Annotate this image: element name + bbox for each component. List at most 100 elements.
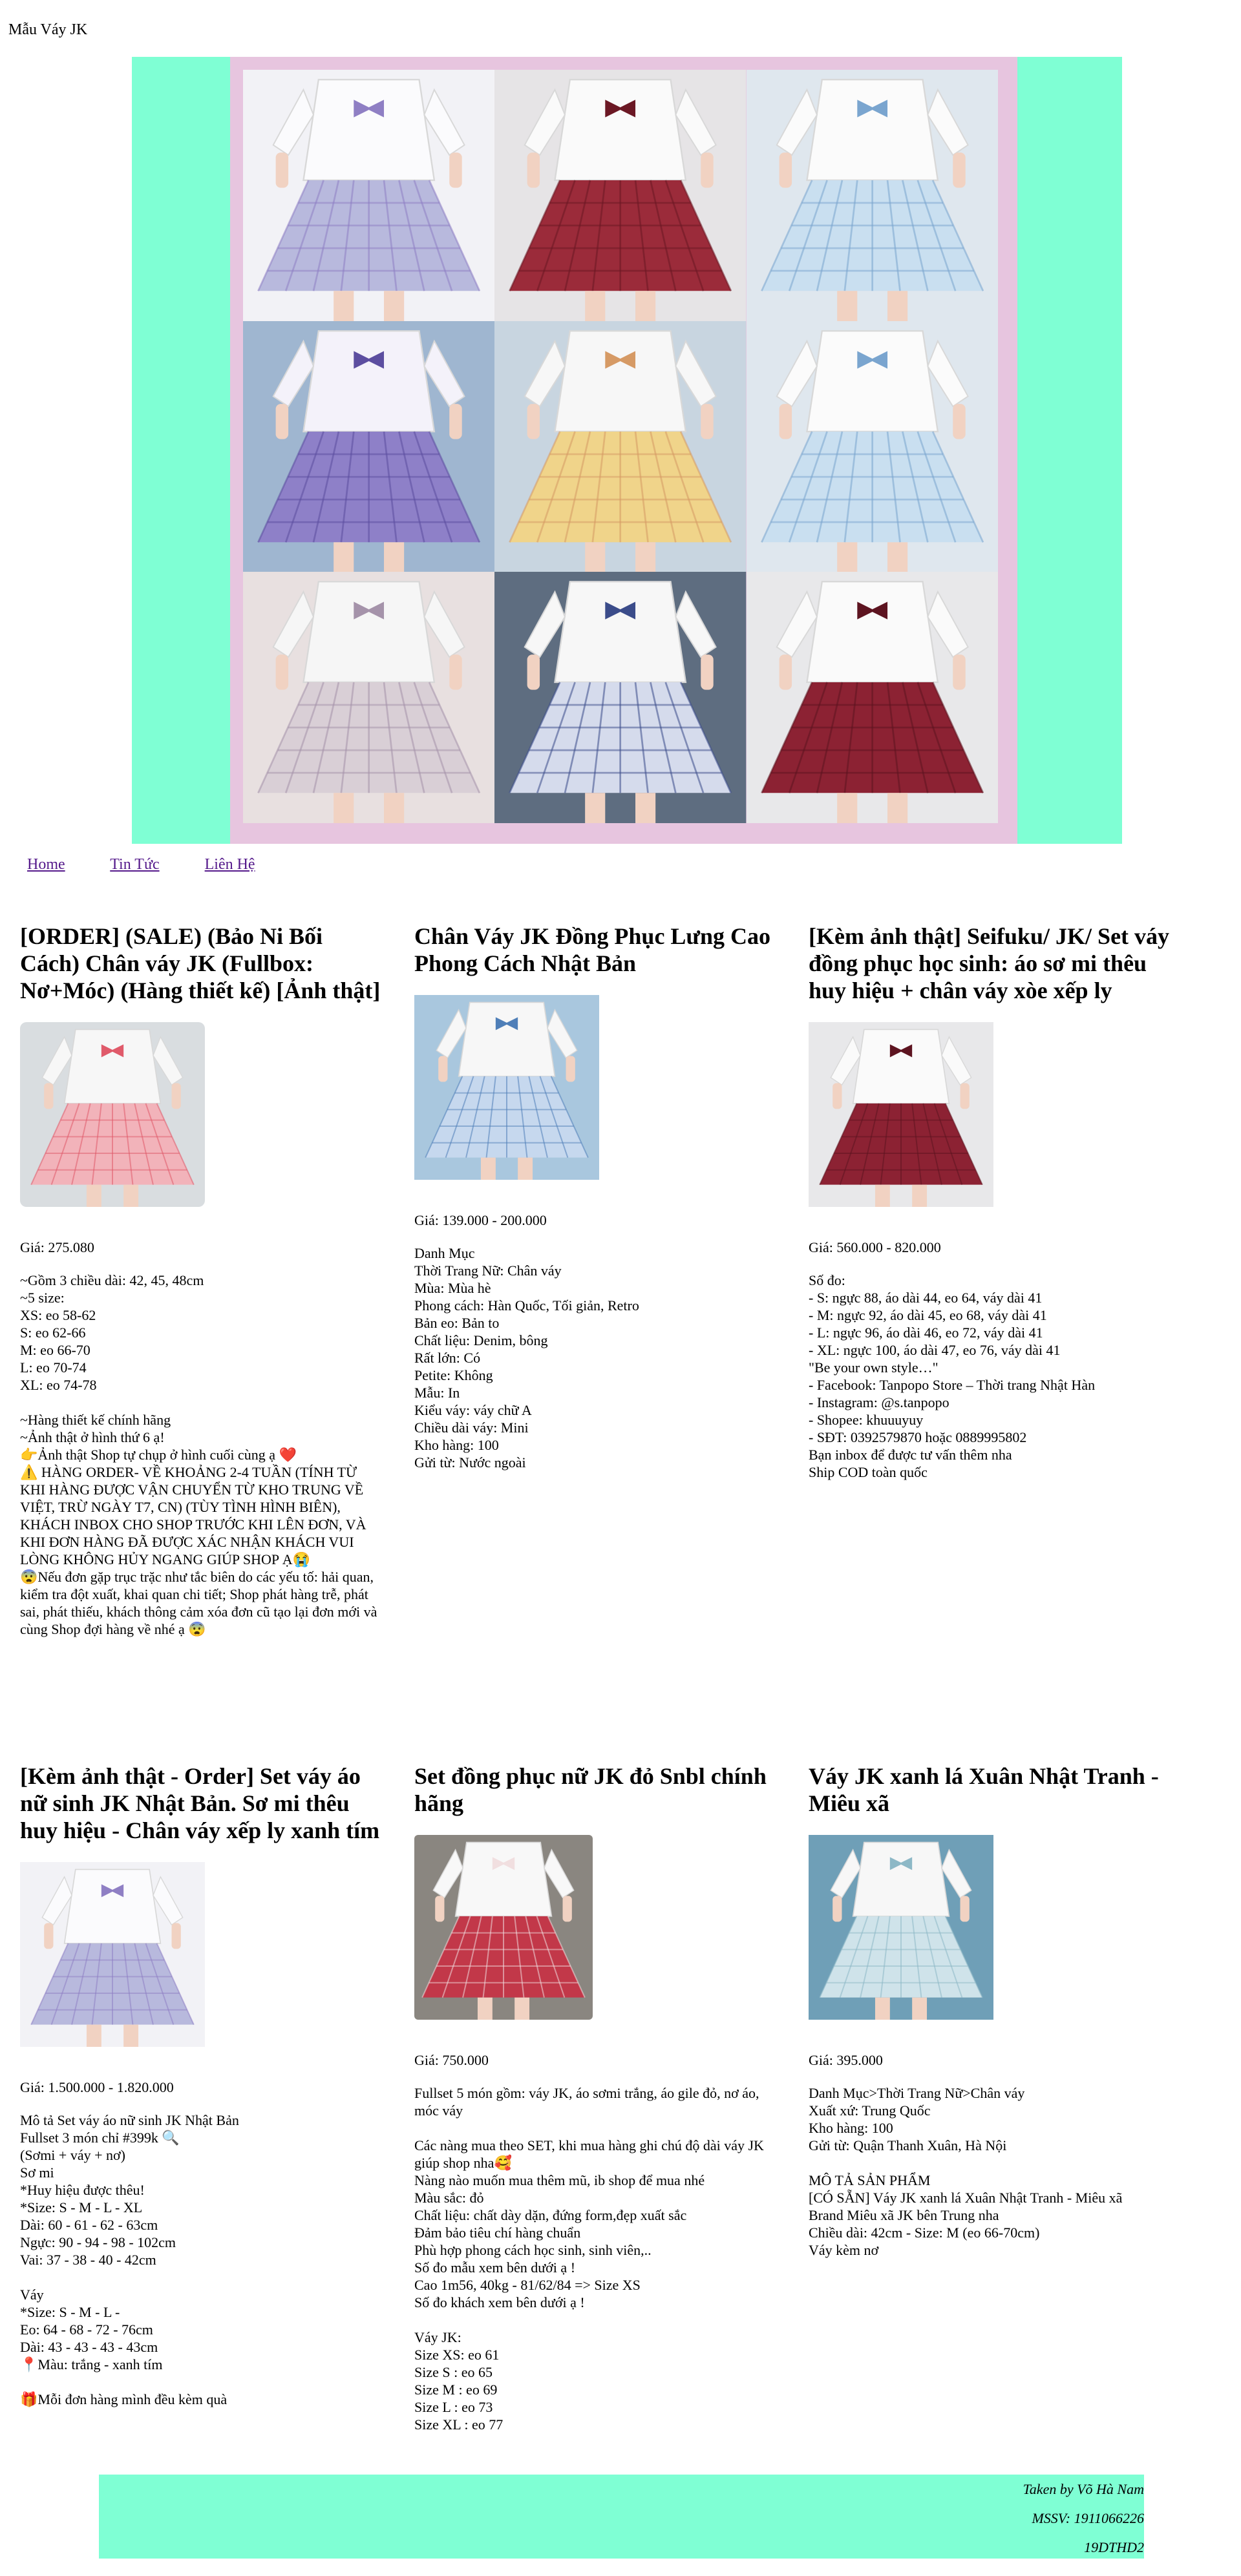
description-line: Gửi từ: Quận Thanh Xuân, Hà Nội: [809, 2137, 1007, 2153]
description-line: Danh Mục: [414, 1245, 475, 1261]
description-line: ~Ảnh thật ở hình thứ 6 ạ!: [20, 1429, 165, 1445]
description-line: Số đo mẫu xem bên dưới ạ !: [414, 2259, 576, 2276]
main-nav: Home Tin Tức Liên Hệ: [27, 856, 297, 874]
description-line: Chiều dài: 42cm - Size: M (eo 66-70cm): [809, 2225, 1040, 2241]
product-description: Mô tả Set váy áo nữ sinh JK Nhật Bản Full…: [20, 2111, 382, 2408]
site-title: Mẫu Váy JK: [8, 21, 88, 38]
product-card: Set đồng phục nữ JK đỏ Snbl chính hãng G…: [414, 1763, 776, 2433]
collage-photo: [494, 320, 747, 572]
product-card: Váy JK xanh lá Xuân Nhật Tranh - Miêu xã…: [809, 1763, 1171, 2259]
description-line: Kho hàng: 100: [809, 2120, 893, 2136]
description-line: Brand Miêu xã JK bên Trung nha: [809, 2207, 999, 2223]
banner: [132, 57, 1122, 844]
description-line: [20, 2373, 382, 2391]
description-line: Size L : eo 73: [414, 2399, 493, 2415]
description-line: Chất liệu: chất dày dặn, đứng form,đẹp x…: [414, 2207, 687, 2223]
description-line: *Size: S - M - L - XL: [20, 2199, 143, 2215]
product-image[interactable]: [414, 1835, 593, 2020]
description-line: - Shopee: khuuuyuy: [809, 1412, 924, 1428]
description-line: Số đo khách xem bên dưới ạ !: [414, 2294, 585, 2310]
description-line: [414, 2311, 776, 2329]
nav-news-link[interactable]: Tin Tức: [110, 856, 159, 873]
product-price: Giá: 1.500.000 - 1.820.000: [20, 2079, 174, 2095]
product-image[interactable]: [20, 1862, 205, 2047]
description-line: Xuất xứ: Trung Quốc: [809, 2102, 931, 2119]
product-title[interactable]: Set đồng phục nữ JK đỏ Snbl chính hãng: [414, 1763, 776, 1817]
product-description: Số đo: - S: ngực 88, áo dài 44, eo 64, vá…: [809, 1272, 1171, 1481]
description-line: - S: ngực 88, áo dài 44, eo 64, váy dài …: [809, 1290, 1043, 1306]
description-line: [414, 2119, 776, 2137]
description-line: Phong cách: Hàn Quốc, Tối giản, Retro: [414, 1297, 639, 1314]
description-line: MÔ TẢ SẢN PHẨM: [809, 2172, 931, 2188]
description-line: - M: ngực 92, áo dài 45, eo 68, váy dài …: [809, 1307, 1047, 1323]
description-line: 👉Ảnh thật Shop tự chụp ở hình cuối cùng …: [20, 1447, 297, 1463]
description-line: Vai: 37 - 38 - 40 - 42cm: [20, 2252, 156, 2268]
footer-class: 19DTHD2: [1084, 2539, 1144, 2555]
description-line: Màu sắc: đỏ: [414, 2190, 484, 2206]
description-line: Fullset 5 món gồm: váy JK, áo sơmi trắng…: [414, 2085, 759, 2119]
description-line: Mẫu: In: [414, 1385, 460, 1401]
description-line: (Sơmi + váy + nơ): [20, 2147, 125, 2163]
description-line: Ngực: 90 - 94 - 98 - 102cm: [20, 2234, 176, 2250]
description-line: L: eo 70-74: [20, 1359, 87, 1376]
product-title[interactable]: [ORDER] (SALE) (Bảo Ni Bối Cách) Chân vá…: [20, 923, 382, 1004]
description-line: Danh Mục>Thời Trang Nữ>Chân váy: [809, 2085, 1025, 2101]
product-price: Giá: 750.000: [414, 2052, 489, 2068]
nav-home-link[interactable]: Home: [27, 856, 65, 873]
description-line: Fullset 3 món chỉ #399k 🔍: [20, 2130, 180, 2146]
product-card: [Kèm ảnh thật] Seifuku/ JK/ Set váy đồng…: [809, 923, 1171, 1481]
banner-collage-image: [243, 70, 998, 823]
description-line: Size M : eo 69: [414, 2382, 498, 2398]
collage-photo: [243, 572, 495, 823]
product-description: Fullset 5 món gồm: váy JK, áo sơmi trắng…: [414, 2084, 776, 2433]
footer-student-id: MSSV: 1911066226: [1032, 2510, 1144, 2526]
footer: Taken by Võ Hà Nam MSSV: 1911066226 19DT…: [99, 2475, 1144, 2559]
description-line: - L: ngực 96, áo dài 46, eo 72, váy dài …: [809, 1325, 1043, 1341]
product-image[interactable]: [20, 1022, 205, 1207]
description-line: - Instagram: @s.tanpopo: [809, 1394, 949, 1410]
description-line: Bạn inbox để được tư vấn thêm nha: [809, 1447, 1012, 1463]
description-line: [20, 1394, 382, 1411]
description-line: XL: eo 74-78: [20, 1377, 97, 1393]
product-title[interactable]: Váy JK xanh lá Xuân Nhật Tranh - Miêu xã: [809, 1763, 1171, 1817]
product-price: Giá: 139.000 - 200.000: [414, 1212, 547, 1228]
product-image[interactable]: [809, 1835, 993, 2020]
product-title[interactable]: [Kèm ảnh thật - Order] Set váy áo nữ sin…: [20, 1763, 382, 1844]
product-image[interactable]: [414, 995, 599, 1180]
description-line: Petite: Không: [414, 1367, 493, 1383]
description-line: Nàng nào muốn mua thêm mũ, ib shop để mu…: [414, 2172, 705, 2188]
description-line: Dài: 60 - 61 - 62 - 63cm: [20, 2217, 158, 2233]
description-line: ~Hàng thiết kế chính hãng: [20, 1412, 171, 1428]
product-price: Giá: 395.000: [809, 2052, 883, 2068]
description-line: 🎁Mỗi đơn hàng mình đều kèm quà: [20, 2391, 228, 2407]
description-line: Mùa: Mùa hè: [414, 1280, 491, 1296]
description-line: Sơ mi: [20, 2164, 54, 2181]
product-image[interactable]: [809, 1022, 993, 1207]
product-description: Danh Mục Thời Trang Nữ: Chân váy Mùa: Mùa …: [414, 1244, 776, 1471]
description-line: *Size: S - M - L -: [20, 2304, 120, 2320]
product-title[interactable]: Chân Váy JK Đồng Phục Lưng Cao Phong Các…: [414, 923, 776, 977]
description-line: 📍Màu: trắng - xanh tím: [20, 2356, 163, 2372]
product-title[interactable]: [Kèm ảnh thật] Seifuku/ JK/ Set váy đồng…: [809, 923, 1171, 1004]
description-line: [CÓ SẴN] Váy JK xanh lá Xuân Nhật Tranh …: [809, 2190, 1123, 2206]
collage-photo: [746, 70, 998, 321]
description-line: Cao 1m56, 40kg - 81/62/84 => Size XS: [414, 2277, 641, 2293]
description-line: Size XL : eo 77: [414, 2416, 504, 2433]
description-line: M: eo 66-70: [20, 1342, 90, 1358]
nav-contact-link[interactable]: Liên Hệ: [205, 856, 255, 873]
description-line: XS: eo 58-62: [20, 1307, 96, 1323]
description-line: "Be your own style…": [809, 1359, 939, 1376]
description-line: Dài: 43 - 43 - 43 - 43cm: [20, 2339, 158, 2355]
description-line: - SĐT: 0392579870 hoặc 0889995802: [809, 1429, 1027, 1445]
description-line: [809, 2154, 1171, 2172]
description-line: Size S : eo 65: [414, 2364, 493, 2380]
description-line: Eo: 64 - 68 - 72 - 76cm: [20, 2321, 153, 2338]
description-line: *Huy hiệu được thêu!: [20, 2182, 145, 2198]
description-line: Mô tả Set váy áo nữ sinh JK Nhật Bản: [20, 2112, 239, 2128]
description-line: ⚠️ HÀNG ORDER- VỀ KHOẢNG 2-4 TUẦN (TÍNH …: [20, 1464, 366, 1567]
collage-photo: [494, 70, 747, 321]
description-line: Rất lớn: Có: [414, 1350, 481, 1366]
description-line: [20, 2268, 382, 2286]
description-line: Chất liệu: Denim, bông: [414, 1332, 548, 1348]
description-line: Phù hợp phong cách học sinh, sinh viên,.…: [414, 2242, 652, 2258]
